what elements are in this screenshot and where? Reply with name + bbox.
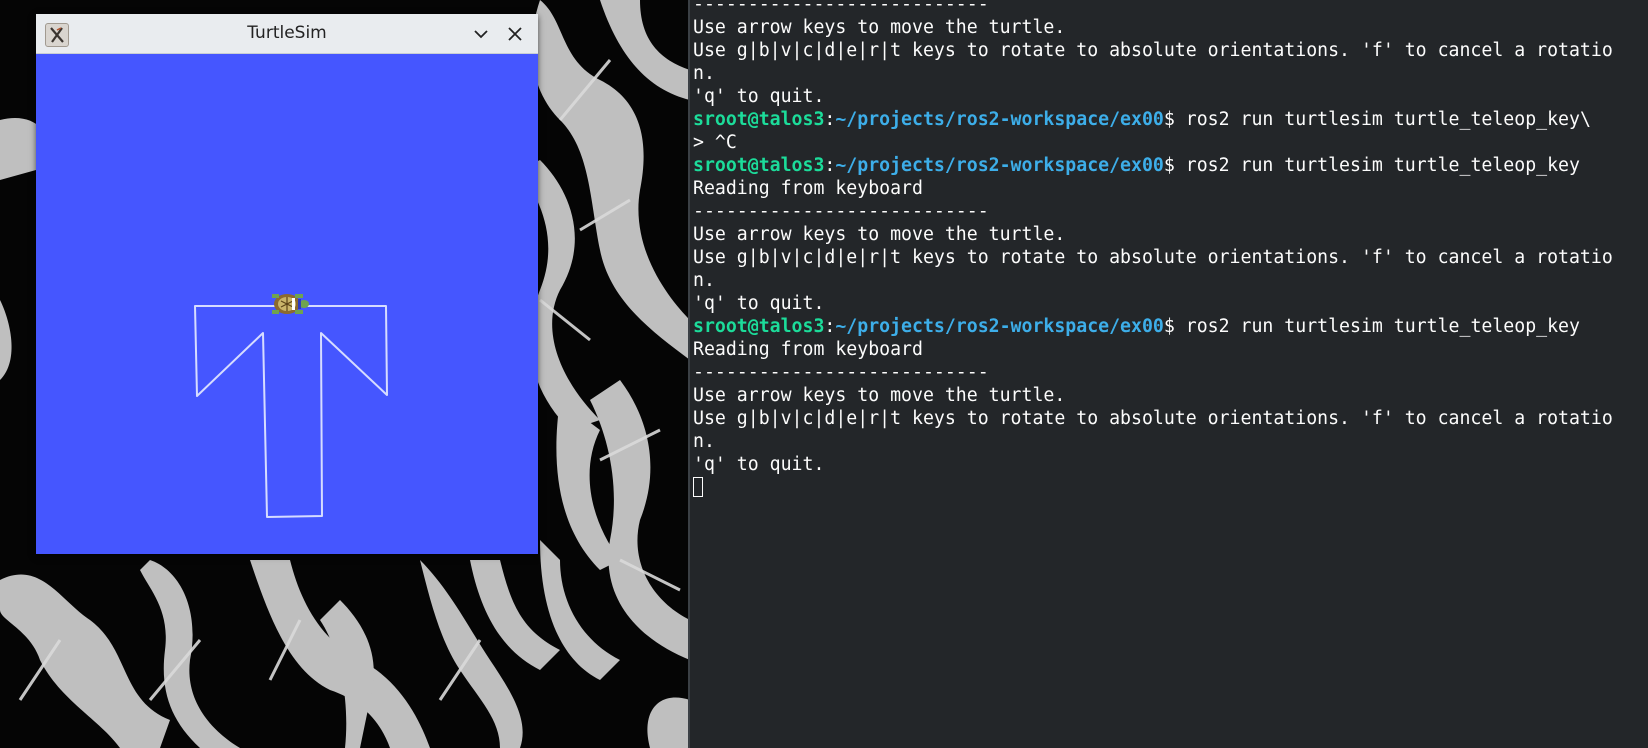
- terminal-line: > ^C: [693, 131, 1613, 154]
- terminal-line: ---------------------------: [693, 200, 1613, 223]
- terminal-line: Use arrow keys to move the turtle.: [693, 16, 1613, 39]
- terminal-line: n.: [693, 62, 1613, 85]
- command-text: ros2 run turtlesim turtle_teleop_key: [1174, 155, 1580, 176]
- terminal-prompt-line: sroot@talos3:~/projects/ros2-workspace/e…: [693, 315, 1613, 338]
- output-text: Reading from keyboard: [693, 178, 923, 199]
- terminal-prompt-line: sroot@talos3:~/projects/ros2-workspace/e…: [693, 108, 1613, 131]
- output-text: Use g|b|v|c|d|e|r|t keys to rotate to ab…: [693, 40, 1613, 61]
- output-text: 'q' to quit.: [693, 86, 825, 107]
- terminal-line: Use g|b|v|c|d|e|r|t keys to rotate to ab…: [693, 39, 1613, 62]
- prompt-symbol: $: [1163, 155, 1175, 176]
- output-text: ---------------------------: [693, 201, 989, 222]
- terminal-line: ---------------------------: [693, 361, 1613, 384]
- close-icon[interactable]: [504, 23, 526, 45]
- prompt-separator: :: [824, 109, 836, 130]
- output-text: Use arrow keys to move the turtle.: [693, 224, 1066, 245]
- prompt-separator: :: [824, 155, 836, 176]
- prompt-path: ~/projects/ros2-workspace/ex00: [835, 155, 1164, 176]
- terminal-cursor: [693, 477, 703, 497]
- terminal-cursor-line: [693, 476, 1613, 499]
- prompt-user: sroot@talos3: [693, 316, 825, 337]
- output-text: 'q' to quit.: [693, 454, 825, 475]
- output-text: Use g|b|v|c|d|e|r|t keys to rotate to ab…: [693, 247, 1613, 268]
- prompt-user: sroot@talos3: [693, 109, 825, 130]
- terminal-line: ---------------------------: [693, 0, 1613, 16]
- turtlesim-window[interactable]: TurtleSim: [36, 14, 538, 554]
- output-text: ---------------------------: [693, 362, 989, 383]
- terminal-line: 'q' to quit.: [693, 453, 1613, 476]
- output-text: n.: [693, 63, 715, 84]
- terminal-line: Use g|b|v|c|d|e|r|t keys to rotate to ab…: [693, 407, 1613, 430]
- terminal-line: n.: [693, 430, 1613, 453]
- output-text: 'q' to quit.: [693, 293, 825, 314]
- terminal-window[interactable]: --------------------------- Use arrow key…: [688, 0, 1648, 748]
- terminal-line: n.: [693, 269, 1613, 292]
- command-text: ros2 run turtlesim turtle_teleop_key\: [1174, 109, 1591, 130]
- terminal-line: Use arrow keys to move the turtle.: [693, 384, 1613, 407]
- window-title: TurtleSim: [247, 23, 327, 43]
- terminal-line: Reading from keyboard: [693, 338, 1613, 361]
- terminal-line: Reading from keyboard: [693, 177, 1613, 200]
- output-text: ---------------------------: [693, 0, 989, 15]
- turtlesim-canvas[interactable]: [36, 54, 538, 554]
- terminal-line: 'q' to quit.: [693, 292, 1613, 315]
- command-text: ros2 run turtlesim turtle_teleop_key: [1174, 316, 1580, 337]
- prompt-symbol: $: [1163, 316, 1175, 337]
- output-text: Use g|b|v|c|d|e|r|t keys to rotate to ab…: [693, 408, 1613, 429]
- prompt-separator: :: [824, 316, 836, 337]
- terminal-line: Use g|b|v|c|d|e|r|t keys to rotate to ab…: [693, 246, 1613, 269]
- output-text: n.: [693, 431, 715, 452]
- window-titlebar[interactable]: TurtleSim: [36, 14, 538, 54]
- prompt-path: ~/projects/ros2-workspace/ex00: [835, 316, 1164, 337]
- minimize-icon[interactable]: [470, 23, 492, 45]
- terminal-output[interactable]: --------------------------- Use arrow key…: [693, 0, 1613, 499]
- output-text: > ^C: [693, 132, 737, 153]
- output-text: n.: [693, 270, 715, 291]
- output-text: Use arrow keys to move the turtle.: [693, 17, 1066, 38]
- prompt-symbol: $: [1163, 109, 1175, 130]
- prompt-path: ~/projects/ros2-workspace/ex00: [835, 109, 1164, 130]
- terminal-line: Use arrow keys to move the turtle.: [693, 223, 1613, 246]
- terminal-prompt-line: sroot@talos3:~/projects/ros2-workspace/e…: [693, 154, 1613, 177]
- prompt-user: sroot@talos3: [693, 155, 825, 176]
- output-text: Reading from keyboard: [693, 339, 923, 360]
- output-text: Use arrow keys to move the turtle.: [693, 385, 1066, 406]
- terminal-line: 'q' to quit.: [693, 85, 1613, 108]
